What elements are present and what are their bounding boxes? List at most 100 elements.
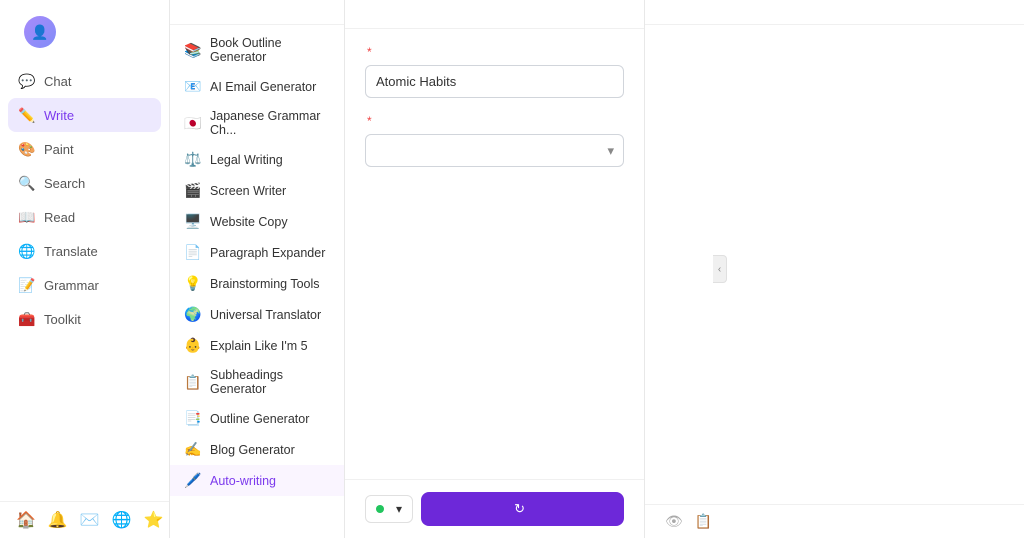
wb-item-auto-writing[interactable]: 🖊️ Auto-writing — [170, 465, 344, 496]
universal-translator-icon: 🌍 — [184, 306, 202, 323]
wb-item-book-outline[interactable]: 📚Book Outline Generator — [170, 29, 344, 71]
toolkit-icon: 🧰 — [18, 310, 36, 328]
paragraph-expander-icon: 📄 — [184, 244, 202, 261]
sidebar-label-chat: Chat — [44, 74, 71, 89]
sidebar-item-write[interactable]: ✏️ Write — [8, 98, 161, 132]
sidebar-label-paint: Paint — [44, 142, 74, 157]
legal-writing-icon: ⚖️ — [184, 151, 202, 168]
mail-icon[interactable]: ✉️ — [80, 510, 100, 530]
write-icon: ✏️ — [18, 106, 36, 124]
wb-label-universal-translator: Universal Translator — [210, 308, 321, 322]
result-header — [645, 0, 1024, 25]
wb-item-universal-translator[interactable]: 🌍 Universal Translator — [170, 299, 344, 330]
sidebar-label-translate: Translate — [44, 244, 98, 259]
main-body: * * ▾ — [345, 29, 644, 479]
wb-item-explain-like[interactable]: 👶 Explain Like I'm 5 — [170, 330, 344, 361]
topic-label: * — [365, 45, 624, 59]
wb-label-paragraph-expander: Paragraph Expander — [210, 246, 325, 260]
sidebar-item-toolkit[interactable]: 🧰 Toolkit — [8, 302, 161, 336]
book-outline-icon: 📚 — [184, 42, 202, 59]
topic-field-group: * — [365, 45, 624, 98]
model-chevron-icon: ▾ — [396, 502, 402, 516]
screen-writer-icon: 🎬 — [184, 182, 202, 199]
sidebar-label-toolkit: Toolkit — [44, 312, 81, 327]
writing-bots-title — [170, 0, 344, 25]
wb-item-paragraph-expander[interactable]: 📄 Paragraph Expander — [170, 237, 344, 268]
wb-item-japanese-grammar[interactable]: 🇯🇵 Japanese Grammar Ch... — [170, 102, 344, 144]
wb-label-legal-writing: Legal Writing — [210, 153, 283, 167]
sidebar: 👤 💬 Chat ✏️ Write 🎨 Paint 🔍Search 📖 Read 🌐 Transla… — [0, 0, 170, 538]
wb-label-explain-like: Explain Like I'm 5 — [210, 339, 308, 353]
wb-label-auto-writing: Auto-writing — [210, 474, 276, 488]
eye-icon[interactable]: 👁 — [665, 513, 683, 530]
writing-type-select[interactable] — [365, 134, 624, 167]
wb-label-subheadings: Subheadings Generator — [210, 368, 330, 396]
result-footer: 👁 📋 — [645, 504, 1024, 538]
writing-bots-list: 📚Book Outline Generator 📧 AI Email Generat… — [170, 25, 344, 538]
topic-required: * — [367, 45, 372, 59]
wb-label-screen-writer: Screen Writer — [210, 184, 286, 198]
app-logo: 👤 — [0, 0, 169, 60]
wb-label-ai-email: AI Email Generator — [210, 80, 316, 94]
writing-bots-panel: 📚Book Outline Generator 📧 AI Email Generat… — [170, 0, 345, 538]
regenerate-icon: ↻ — [514, 501, 525, 517]
wb-label-brainstorming: Brainstorming Tools — [210, 277, 320, 291]
regenerate-button[interactable]: ↻ — [421, 492, 624, 526]
sidebar-label-grammar: Grammar — [44, 278, 99, 293]
website-copy-icon: 🖥️ — [184, 213, 202, 230]
sidebar-item-translate[interactable]: 🌐 Translate — [8, 234, 161, 268]
wb-item-blog-generator[interactable]: ✍️Blog Generator — [170, 434, 344, 465]
home-icon[interactable]: 🏠 — [16, 510, 36, 530]
writing-type-wrapper: ▾ — [365, 134, 624, 167]
ai-email-icon: 📧 — [184, 78, 202, 95]
topic-input[interactable] — [365, 65, 624, 98]
writing-type-label: * — [365, 114, 624, 128]
model-selector[interactable]: ▾ — [365, 495, 413, 523]
sidebar-label-read: Read — [44, 210, 75, 225]
bell-icon[interactable]: 🔔 — [48, 510, 68, 530]
writing-type-required: * — [367, 114, 372, 128]
wb-item-ai-email[interactable]: 📧 AI Email Generator — [170, 71, 344, 102]
wb-item-subheadings[interactable]: 📋Subheadings Generator — [170, 361, 344, 403]
japanese-grammar-icon: 🇯🇵 — [184, 115, 202, 132]
explain-like-icon: 👶 — [184, 337, 202, 354]
wb-item-outline-generator[interactable]: 📑 Outline Generator — [170, 403, 344, 434]
wb-item-brainstorming[interactable]: 💡 Brainstorming Tools — [170, 268, 344, 299]
sidebar-nav: 💬 Chat ✏️ Write 🎨 Paint 🔍Search 📖 Read 🌐 Translate… — [0, 60, 169, 501]
chat-icon: 💬 — [18, 72, 36, 90]
result-body — [645, 25, 1024, 504]
avatar-icon: 👤 — [31, 24, 48, 41]
blog-generator-icon: ✍️ — [184, 441, 202, 458]
result-panel: 👁 📋 — [645, 0, 1024, 538]
sidebar-item-chat[interactable]: 💬 Chat — [8, 64, 161, 98]
paint-icon: 🎨 — [18, 140, 36, 158]
sidebar-label-write: Write — [44, 108, 74, 123]
sidebar-item-read[interactable]: 📖 Read — [8, 200, 161, 234]
copy-icon[interactable]: 📋 — [695, 513, 712, 530]
gpt-dot — [376, 505, 384, 513]
star-icon[interactable]: ⭐ — [144, 510, 164, 530]
avatar: 👤 — [24, 16, 56, 48]
wb-item-website-copy[interactable]: 🖥️ Website Copy — [170, 206, 344, 237]
brainstorming-icon: 💡 — [184, 275, 202, 292]
sidebar-bottom: 🏠 🔔 ✉️ 🌐 ⭐ — [0, 501, 169, 538]
read-icon: 📖 — [18, 208, 36, 226]
main-footer: ▾ ↻ — [345, 479, 644, 538]
wb-item-screen-writer[interactable]: 🎬 Screen Writer — [170, 175, 344, 206]
collapse-handle[interactable]: ‹ — [713, 255, 727, 283]
grammar-icon: 📝 — [18, 276, 36, 294]
chrome-icon[interactable]: 🌐 — [112, 510, 132, 530]
wb-label-japanese-grammar: Japanese Grammar Ch... — [210, 109, 330, 137]
wb-item-legal-writing[interactable]: ⚖️ Legal Writing — [170, 144, 344, 175]
sidebar-item-paint[interactable]: 🎨 Paint — [8, 132, 161, 166]
wb-label-outline-generator: Outline Generator — [210, 412, 309, 426]
writing-type-field-group: * ▾ — [365, 114, 624, 167]
translate-icon: 🌐 — [18, 242, 36, 260]
auto-writing-icon: 🖊️ — [184, 472, 202, 489]
wb-label-website-copy: Website Copy — [210, 215, 288, 229]
main-header — [345, 0, 644, 29]
outline-generator-icon: 📑 — [184, 410, 202, 427]
sidebar-item-search[interactable]: 🔍Search — [8, 166, 161, 200]
sidebar-item-grammar[interactable]: 📝 Grammar — [8, 268, 161, 302]
search-icon: 🔍 — [18, 174, 36, 192]
